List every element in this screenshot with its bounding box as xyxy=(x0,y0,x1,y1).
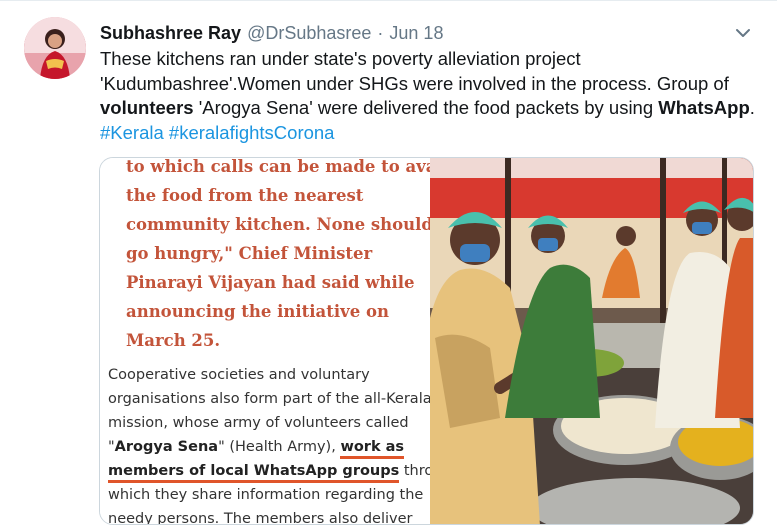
article-line: which they share information regarding t… xyxy=(108,487,424,503)
quote-line: community kitchen. None should xyxy=(126,215,433,234)
article-text: (Health Army), xyxy=(224,439,341,455)
quote-line: to which calls can be made to avail xyxy=(126,157,449,176)
underlined-phrase: members of local WhatsApp groups xyxy=(108,463,400,483)
quote-line: Pinarayi Vijayan had said while xyxy=(126,273,415,292)
bold-word: WhatsApp xyxy=(658,97,750,118)
article-line: members of local WhatsApp groups through xyxy=(108,459,461,483)
hashtag-link[interactable]: #keralafightsCorona xyxy=(169,122,335,143)
article-line: mission, whose army of volunteers called xyxy=(108,415,409,431)
kitchen-photo xyxy=(430,158,753,524)
article-line: Cooperative societies and voluntary xyxy=(108,367,370,383)
quote-line: announcing the initiative on xyxy=(126,302,389,321)
article-text: " xyxy=(218,439,225,455)
article-screenshot: to which calls can be made to avail the … xyxy=(100,157,461,525)
hashtag-link[interactable]: #Kerala xyxy=(100,122,164,143)
quote-line: go hungry," Chief Minister xyxy=(126,244,373,263)
separator-dot: · xyxy=(377,23,384,43)
chevron-down-icon[interactable] xyxy=(733,23,753,43)
article-line: organisations also form part of the all-… xyxy=(108,391,432,407)
tweet[interactable]: Subhashree Ray @DrSubhasree · Jun 18 The… xyxy=(0,0,777,528)
tweet-text-part: These kitchens ran under state's poverty… xyxy=(100,48,729,94)
avatar[interactable] xyxy=(24,17,86,79)
article-line: needy persons. The members also deliver xyxy=(108,511,413,525)
tweet-text-part: . xyxy=(749,97,755,118)
tweet-media[interactable]: to which calls can be made to avail the … xyxy=(99,157,754,525)
article-line: "Arogya Sena" (Health Army), work as xyxy=(108,435,428,459)
article-text: " xyxy=(108,439,115,455)
article-bold: Arogya Sena xyxy=(114,439,219,455)
tweet-date[interactable]: Jun 18 xyxy=(389,21,443,45)
tweet-header: Subhashree Ray @DrSubhasree · Jun 18 xyxy=(100,21,443,45)
author-handle[interactable]: @DrSubhasree xyxy=(247,21,371,45)
quote-line: the food from the nearest xyxy=(126,186,364,205)
tweet-text: These kitchens ran under state's poverty… xyxy=(100,47,760,145)
quote-line: March 25. xyxy=(126,331,221,350)
tweet-text-part: 'Arogya Sena' were delivered the food pa… xyxy=(193,97,659,118)
author-name[interactable]: Subhashree Ray xyxy=(100,21,241,45)
bold-word: volunteers xyxy=(100,97,194,118)
underlined-phrase: work as xyxy=(340,439,405,459)
